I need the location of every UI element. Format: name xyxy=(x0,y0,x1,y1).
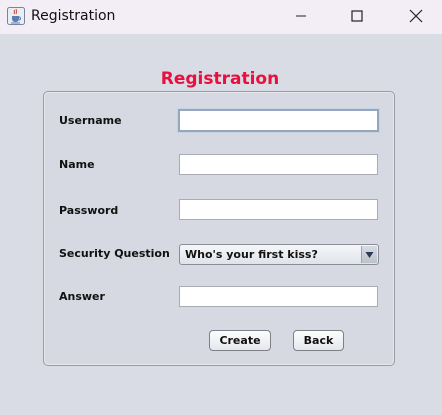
username-field[interactable] xyxy=(178,109,379,132)
security-question-value: Who's your first kiss? xyxy=(185,248,318,261)
password-label: Password xyxy=(59,204,119,217)
back-button[interactable]: Back xyxy=(293,330,344,351)
chevron-down-icon xyxy=(365,251,374,258)
security-question-select[interactable]: Who's your first kiss? xyxy=(179,244,379,265)
username-label: Username xyxy=(59,114,122,127)
name-label: Name xyxy=(59,158,95,171)
form-panel xyxy=(43,91,395,366)
answer-label: Answer xyxy=(59,290,105,303)
form-heading: Registration xyxy=(160,69,280,89)
answer-field[interactable] xyxy=(179,286,378,307)
maximize-icon xyxy=(351,10,363,22)
dropdown-button[interactable] xyxy=(361,246,377,263)
minimize-icon xyxy=(296,15,306,17)
registration-window: Registration Registration Username Name … xyxy=(0,0,442,415)
java-cup-icon xyxy=(7,7,25,25)
name-field[interactable] xyxy=(179,154,378,175)
maximize-button[interactable] xyxy=(334,0,380,32)
title-bar[interactable]: Registration xyxy=(0,0,442,34)
close-button[interactable] xyxy=(393,0,439,32)
window-title: Registration xyxy=(31,8,116,24)
security-question-label: Security Question xyxy=(59,247,170,260)
close-icon xyxy=(409,9,423,23)
password-field[interactable] xyxy=(179,199,378,220)
minimize-button[interactable] xyxy=(278,0,324,32)
create-button[interactable]: Create xyxy=(209,330,271,351)
